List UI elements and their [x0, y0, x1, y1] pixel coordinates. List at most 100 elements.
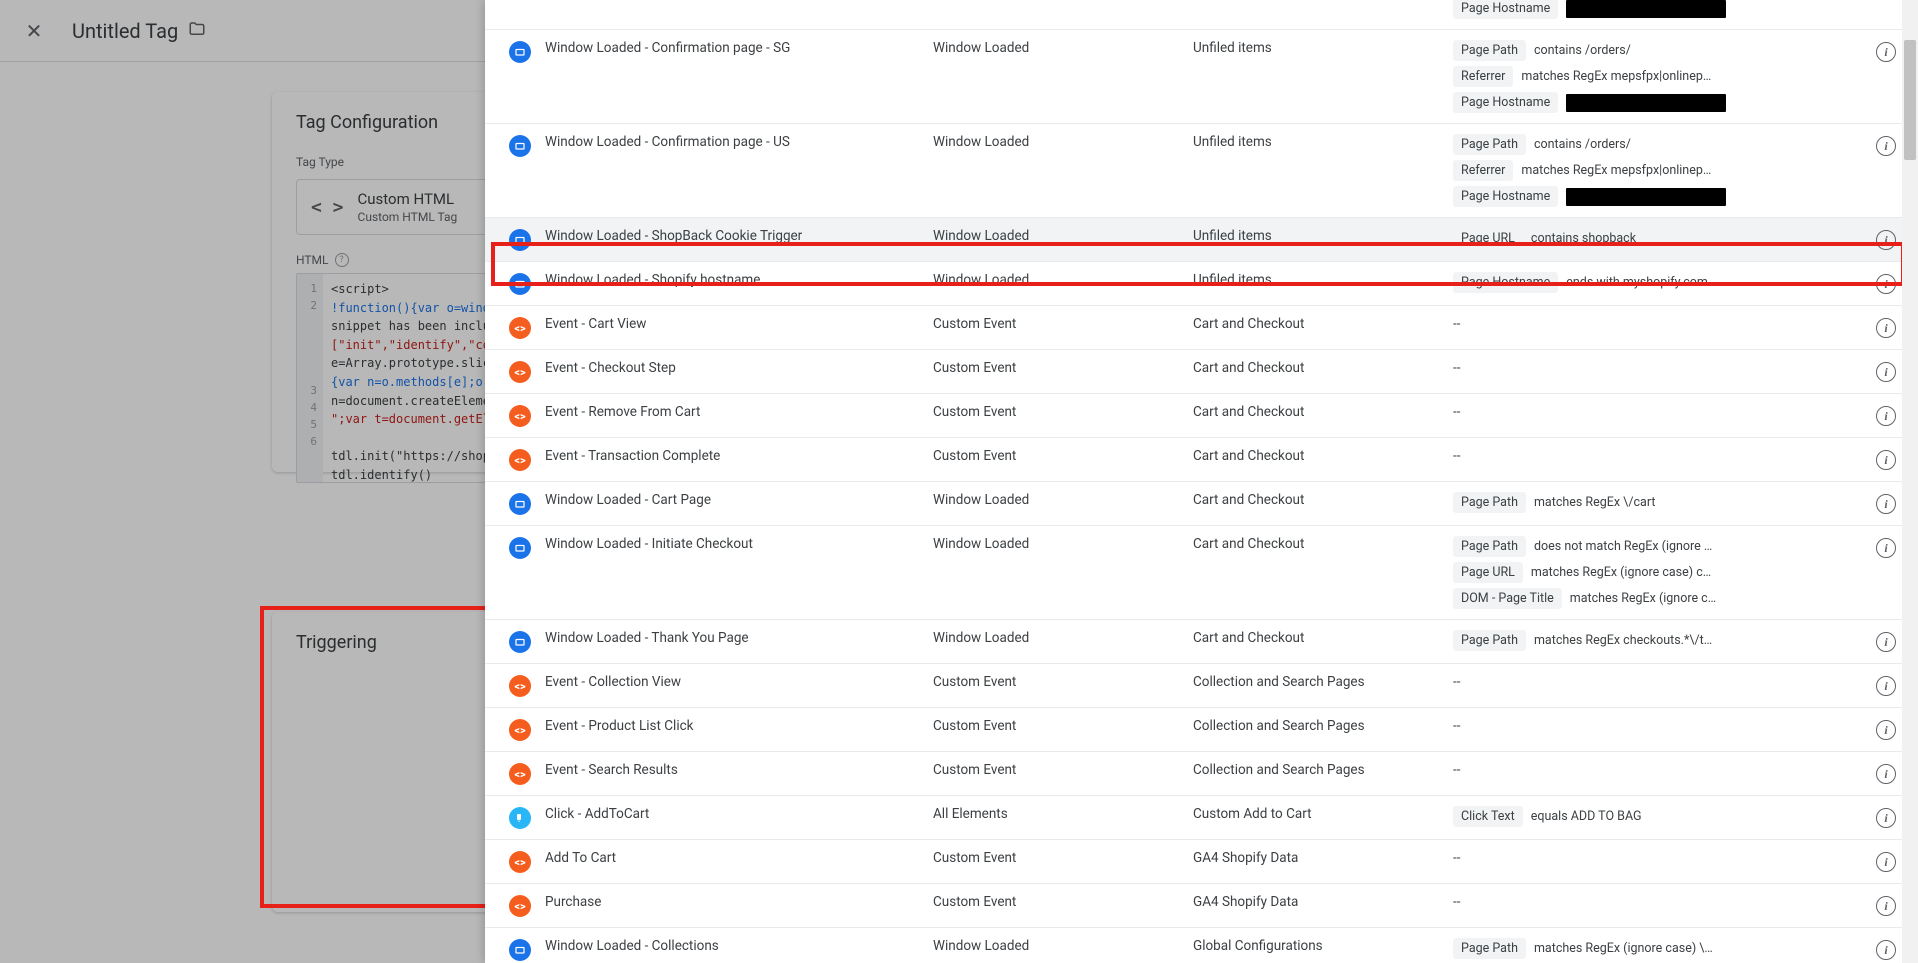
trigger-row[interactable]: <>Event - Collection ViewCustom EventCol…	[485, 664, 1918, 708]
trigger-folder: Unfiled items	[1193, 228, 1443, 244]
filter-condition: Page Pathmatches RegEx \/cart	[1453, 492, 1858, 513]
info-icon: i	[1876, 136, 1896, 156]
info-button[interactable]: i	[1868, 448, 1904, 470]
trigger-type: Custom Event	[933, 718, 1183, 734]
trigger-type-icon	[505, 228, 535, 251]
trigger-row[interactable]: Window Loaded - Cart PageWindow LoadedCa…	[485, 482, 1918, 526]
trigger-type: Custom Event	[933, 316, 1183, 332]
scrollbar[interactable]	[1902, 0, 1918, 963]
info-button[interactable]: i	[1868, 40, 1904, 62]
trigger-name: Window Loaded - Collections	[545, 938, 923, 954]
info-button[interactable]: i	[1868, 272, 1904, 294]
trigger-name: Event - Checkout Step	[545, 360, 923, 376]
filter-variable-chip: Page Path	[1453, 536, 1526, 557]
info-button[interactable]: i	[1868, 492, 1904, 514]
filter-none: --	[1453, 360, 1460, 376]
filter-condition: --	[1453, 448, 1858, 464]
help-icon[interactable]: ?	[335, 253, 349, 267]
trigger-folder: Cart and Checkout	[1193, 316, 1443, 332]
code-body[interactable]: <script> !function(){var o=windo snippet…	[323, 274, 505, 482]
folder-icon[interactable]	[188, 20, 206, 42]
info-button[interactable]: i	[1868, 630, 1904, 652]
trigger-folder: Cart and Checkout	[1193, 630, 1443, 646]
info-button[interactable]: i	[1868, 404, 1904, 426]
info-button[interactable]: i	[1868, 850, 1904, 872]
trigger-row[interactable]: Click - AddToCartAll ElementsCustom Add …	[485, 796, 1918, 840]
trigger-row[interactable]: Window Loaded - Confirmation page - USWi…	[485, 124, 1918, 218]
info-button[interactable]: i	[1868, 806, 1904, 828]
trigger-row[interactable]: <>Event - Remove From CartCustom EventCa…	[485, 394, 1918, 438]
info-button[interactable]: i	[1868, 360, 1904, 382]
trigger-row[interactable]: <>Add To CartCustom EventGA4 Shopify Dat…	[485, 840, 1918, 884]
filter-condition: Referrer matches RegEx mepsfpx|onlinep…	[1453, 66, 1858, 87]
filter-variable-chip: Referrer	[1453, 66, 1513, 87]
trigger-row[interactable]: Window Loaded - Initiate CheckoutWindow …	[485, 526, 1918, 620]
trigger-row[interactable]: <>Event - Checkout StepCustom EventCart …	[485, 350, 1918, 394]
trigger-row[interactable]: Window Loaded - ShopBack Cookie TriggerW…	[485, 218, 1918, 262]
trigger-row[interactable]: Window Loaded - Confirmation page - SGWi…	[485, 30, 1918, 124]
filter-variable-chip: Page URL	[1453, 228, 1523, 249]
info-button[interactable]: i	[1868, 894, 1904, 916]
filter-condition: --	[1453, 404, 1858, 420]
page-title[interactable]: Untitled Tag	[72, 19, 178, 43]
filter-condition: --	[1453, 316, 1858, 332]
trigger-type: Window Loaded	[933, 536, 1183, 552]
trigger-row[interactable]: Window Loaded - CollectionsWindow Loaded…	[485, 928, 1918, 963]
filter-variable-chip: Page Path	[1453, 938, 1526, 959]
filter-condition: Referrermatches RegEx mepsfpx|onlinep…	[1453, 160, 1858, 181]
filter-condition: --	[1453, 718, 1858, 734]
info-button[interactable]: i	[1868, 674, 1904, 696]
info-button[interactable]: i	[1868, 228, 1904, 250]
trigger-row[interactable]: Window Loaded - Thank You PageWindow Loa…	[485, 620, 1918, 664]
info-button[interactable]: i	[1868, 938, 1904, 960]
close-icon[interactable]: ✕	[16, 13, 52, 49]
trigger-type-icon: <>	[505, 404, 535, 427]
trigger-row[interactable]: <>Event - Transaction CompleteCustom Eve…	[485, 438, 1918, 482]
info-button[interactable]: i	[1868, 762, 1904, 784]
trigger-type: Window Loaded	[933, 272, 1183, 288]
trigger-name: Window Loaded - Confirmation page - SG	[545, 40, 923, 56]
info-button[interactable]: i	[1868, 316, 1904, 338]
trigger-type-icon: <>	[505, 762, 535, 785]
trigger-filters: Page Pathmatches RegEx (ignore case) \…P…	[1453, 938, 1858, 963]
trigger-row[interactable]: <>PurchaseCustom EventGA4 Shopify Data--…	[485, 884, 1918, 928]
info-icon: i	[1876, 362, 1896, 382]
trigger-filters: Page Pathdoes not match RegEx (ignore …P…	[1453, 536, 1858, 609]
trigger-type: Custom Event	[933, 850, 1183, 866]
trigger-type: Custom Event	[933, 404, 1183, 420]
trigger-name: Window Loaded - ShopBack Cookie Trigger	[545, 228, 923, 244]
filter-value: contains /orders/	[1534, 137, 1631, 152]
trigger-name: Add To Cart	[545, 850, 923, 866]
filter-variable-chip: Page Path	[1453, 630, 1526, 651]
filter-variable-chip: Page Path	[1453, 40, 1526, 61]
trigger-row[interactable]: <>Event - Cart ViewCustom EventCart and …	[485, 306, 1918, 350]
info-icon: i	[1876, 764, 1896, 784]
trigger-row[interactable]: <>Event - Search ResultsCustom EventColl…	[485, 752, 1918, 796]
filter-variable-chip: Page Hostname	[1453, 0, 1558, 19]
filter-value: ends with myshopify.com	[1566, 275, 1708, 290]
trigger-row[interactable]: Referrermatches RegEx mepsfpx|onlinep…Pa…	[485, 0, 1918, 30]
trigger-type-icon: <>	[505, 448, 535, 471]
filter-value: matches RegEx checkouts.*\/t…	[1534, 633, 1712, 648]
trigger-filters: Page Pathmatches RegEx \/cart	[1453, 492, 1858, 513]
filter-value: matches RegEx mepsfpx|onlinep…	[1521, 69, 1711, 84]
info-icon: i	[1876, 940, 1896, 960]
filter-value-redacted	[1566, 0, 1726, 18]
trigger-name: Event - Search Results	[545, 762, 923, 778]
trigger-type-icon	[505, 536, 535, 559]
info-icon: i	[1876, 676, 1896, 696]
info-button[interactable]: i	[1868, 134, 1904, 156]
trigger-filters: --	[1453, 316, 1858, 332]
info-button[interactable]: i	[1868, 718, 1904, 740]
trigger-row[interactable]: Window Loaded - Shopify hostname Window L…	[485, 262, 1918, 306]
trigger-type-icon: <>	[505, 850, 535, 873]
filter-none: --	[1453, 674, 1460, 690]
scrollbar-thumb[interactable]	[1904, 40, 1916, 160]
filter-condition: Click Textequals ADD TO BAG	[1453, 806, 1858, 827]
filter-condition: Page URLmatches RegEx (ignore case) c…	[1453, 562, 1858, 583]
info-button[interactable]: i	[1868, 536, 1904, 558]
trigger-name: Event - Cart View	[545, 316, 923, 332]
trigger-name: Window Loaded - Shopify hostname	[545, 272, 923, 288]
trigger-row[interactable]: <>Event - Product List ClickCustom Event…	[485, 708, 1918, 752]
info-icon: i	[1876, 450, 1896, 470]
